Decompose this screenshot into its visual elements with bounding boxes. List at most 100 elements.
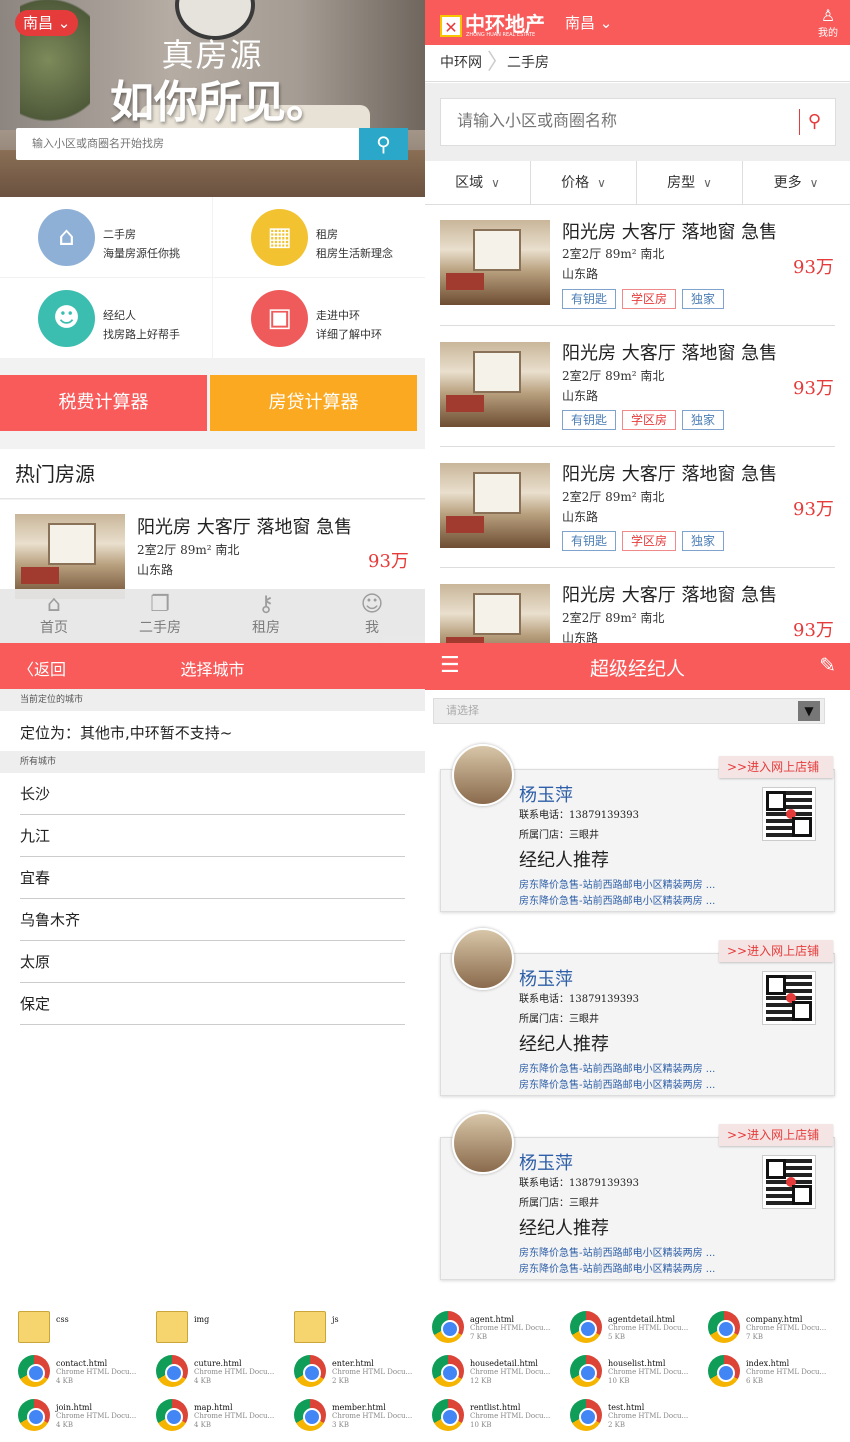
file-item[interactable]: map.html Chrome HTML Docu... 4 KB — [138, 1395, 276, 1435]
tab-resale[interactable]: ❐ 二手房 — [132, 589, 188, 643]
agent-name[interactable]: 杨玉萍 — [519, 1149, 573, 1175]
city-item[interactable]: 保定 — [20, 983, 405, 1025]
city-item[interactable]: 太原 — [20, 941, 405, 983]
file-item[interactable]: contact.html Chrome HTML Docu... 4 KB — [0, 1351, 138, 1391]
enter-shop-link[interactable]: >>进入网上店铺 — [719, 940, 833, 962]
file-item[interactable]: agent.html Chrome HTML Docu... 7 KB — [414, 1307, 552, 1347]
filter-more[interactable]: 更多 ∨ — [743, 161, 849, 205]
feature-resale[interactable]: ⌂ 二手房 海量房源任你挑 — [0, 197, 212, 277]
recommend-link[interactable]: 房东降价急售-站前西路邮电小区精装两房 ... — [519, 1076, 715, 1091]
agent-phone: 联系电话：13879139393 — [519, 1178, 639, 1189]
agent-name[interactable]: 杨玉萍 — [519, 781, 573, 807]
search-input[interactable] — [441, 99, 796, 145]
file-item[interactable]: test.html Chrome HTML Docu... 2 KB — [552, 1395, 690, 1435]
feature-rent[interactable]: ▦ 租房 租房生活新理念 — [213, 197, 425, 277]
file-size: 4 KB — [56, 1377, 74, 1385]
feature-desc: 海量房源任你挑 — [103, 247, 180, 260]
search-button[interactable]: ⚲ — [799, 109, 829, 135]
file-item[interactable]: company.html Chrome HTML Docu... 7 KB — [690, 1307, 828, 1347]
file-item[interactable]: houselist.html Chrome HTML Docu... 10 KB — [552, 1351, 690, 1391]
recommend-link[interactable]: 房东降价急售-站前西路邮电小区精装两房 ... — [519, 1060, 715, 1075]
list-item[interactable]: 阳光房 大客厅 落地窗 急售 2室2厅 89m² 南北 山东路 93万 有钥匙 … — [425, 448, 850, 568]
edit-icon[interactable]: ✎ — [819, 653, 836, 677]
tax-calculator-button[interactable]: 税费计算器 — [0, 375, 207, 431]
hero-search-input[interactable] — [16, 128, 359, 160]
top-header: ☰ 超级经纪人 ✎ — [425, 643, 850, 690]
filter-layout[interactable]: 房型 ∨ — [637, 161, 743, 205]
list-item[interactable]: 阳光房 大客厅 落地窗 急售 2室2厅 89m² 南北 山东路 93万 — [425, 569, 850, 643]
city-item[interactable]: 宜春 — [20, 857, 405, 899]
file-item[interactable]: join.html Chrome HTML Docu... 4 KB — [0, 1395, 138, 1435]
agent-phone: 联系电话：13879139393 — [519, 810, 639, 821]
feature-title: 经纪人 — [103, 309, 136, 322]
filter-bar: 区域 ∨ 价格 ∨ 房型 ∨ 更多 ∨ — [425, 161, 850, 205]
file-name: css — [56, 1315, 69, 1324]
loan-calculator-button[interactable]: 房贷计算器 — [210, 375, 417, 431]
search-button[interactable]: ⚲ — [359, 128, 408, 160]
listing-road: 山东路 — [562, 510, 599, 524]
feature-desc: 租房生活新理念 — [316, 247, 393, 260]
file-item[interactable]: img — [138, 1307, 276, 1347]
agent-filter-select[interactable]: 请选择 ▼ — [433, 698, 825, 724]
tab-home[interactable]: ⌂ 首页 — [28, 589, 80, 643]
file-name: agentdetail.html — [608, 1315, 676, 1324]
listing-photo — [440, 220, 550, 305]
feature-about[interactable]: ▣ 走进中环 详细了解中环 — [213, 278, 425, 358]
file-size: 7 KB — [746, 1333, 764, 1341]
listing-price: 93万 — [368, 551, 409, 572]
recommend-link[interactable]: 房东降价急售-站前西路邮电小区精装两房 ... — [519, 1244, 715, 1259]
file-name: js — [332, 1315, 339, 1324]
feature-agent[interactable]: ☻ 经纪人 找房路上好帮手 — [0, 278, 212, 358]
city-item[interactable]: 长沙 — [20, 773, 405, 815]
file-type: Chrome HTML Docu... — [332, 1368, 413, 1376]
list-item[interactable]: 阳光房 大客厅 落地窗 急售 2室2厅 89m² 南北 山东路 93万 有钥匙 … — [425, 205, 850, 325]
enter-shop-link[interactable]: >>进入网上店铺 — [719, 1124, 833, 1146]
filter-price[interactable]: 价格 ∨ — [531, 161, 637, 205]
chevron-down-icon: ⌄ — [599, 14, 613, 32]
file-item[interactable]: housedetail.html Chrome HTML Docu... 12 KB — [414, 1351, 552, 1391]
agent-name[interactable]: 杨玉萍 — [519, 965, 573, 991]
feature-title: 租房 — [316, 228, 338, 241]
folder-icon — [294, 1311, 326, 1343]
listing-title: 阳光房 大客厅 落地窗 急售 — [562, 343, 778, 364]
file-name: agent.html — [470, 1315, 515, 1324]
listing-road: 山东路 — [137, 563, 174, 577]
city-item[interactable]: 乌鲁木齐 — [20, 899, 405, 941]
file-item[interactable]: index.html Chrome HTML Docu... 6 KB — [690, 1351, 828, 1391]
tab-label: 首页 — [40, 620, 68, 636]
breadcrumb-home-link[interactable]: 中环网 — [440, 45, 482, 82]
enter-shop-link[interactable]: >>进入网上店铺 — [719, 756, 833, 778]
file-item[interactable]: enter.html Chrome HTML Docu... 2 KB — [276, 1351, 414, 1391]
recommend-link[interactable]: 房东降价急售-站前西路邮电小区精装两房 ... — [519, 876, 715, 891]
file-type: Chrome HTML Docu... — [470, 1324, 551, 1332]
list-item[interactable]: 阳光房 大客厅 落地窗 急售 2室2厅 89m² 南北 山东路 93万 有钥匙 … — [425, 327, 850, 447]
brand-logo[interactable]: ✕ 中环地产 ZHONG HUAN REAL ESTATE — [440, 8, 545, 38]
listing-spec: 2室2厅 89m² 南北 — [562, 611, 665, 625]
recommend-link[interactable]: 房东降价急售-站前西路邮电小区精装两房 ... — [519, 892, 715, 907]
city-selector[interactable]: 南昌 ⌄ — [565, 12, 612, 33]
file-item[interactable]: js — [276, 1307, 414, 1347]
my-account-button[interactable]: ♙ 我的 — [818, 6, 838, 40]
file-item[interactable]: cuture.html Chrome HTML Docu... 4 KB — [138, 1351, 276, 1391]
tag-school-district: 学区房 — [622, 410, 677, 430]
file-type: Chrome HTML Docu... — [608, 1412, 689, 1420]
tab-me[interactable]: ☺ 我 — [348, 589, 396, 643]
file-item[interactable]: member.html Chrome HTML Docu... 3 KB — [276, 1395, 414, 1435]
tab-label: 我 — [365, 620, 379, 636]
filter-area[interactable]: 区域 ∨ — [425, 161, 531, 205]
city-item[interactable]: 九江 — [20, 815, 405, 857]
folder-icon — [18, 1311, 50, 1343]
recommend-link[interactable]: 房东降价急售-站前西路邮电小区精装两房 ... — [519, 1260, 715, 1275]
file-item[interactable]: css — [0, 1307, 138, 1347]
file-type: Chrome HTML Docu... — [470, 1368, 551, 1376]
chrome-icon — [432, 1355, 464, 1387]
agent-phone: 联系电话：13879139393 — [519, 994, 639, 1005]
file-size: 2 KB — [332, 1377, 350, 1385]
file-item[interactable]: rentlist.html Chrome HTML Docu... 10 KB — [414, 1395, 552, 1435]
file-item[interactable]: agentdetail.html Chrome HTML Docu... 5 KB — [552, 1307, 690, 1347]
listing-price: 93万 — [793, 499, 834, 520]
tab-rent[interactable]: ⚷ 租房 — [240, 589, 292, 643]
section-all-cities: 所有城市 — [0, 751, 425, 773]
user-icon: ♙ — [820, 6, 836, 25]
list-item[interactable]: 阳光房 大客厅 落地窗 急售 2室2厅 89m² 南北 山东路 93万 — [0, 500, 425, 599]
